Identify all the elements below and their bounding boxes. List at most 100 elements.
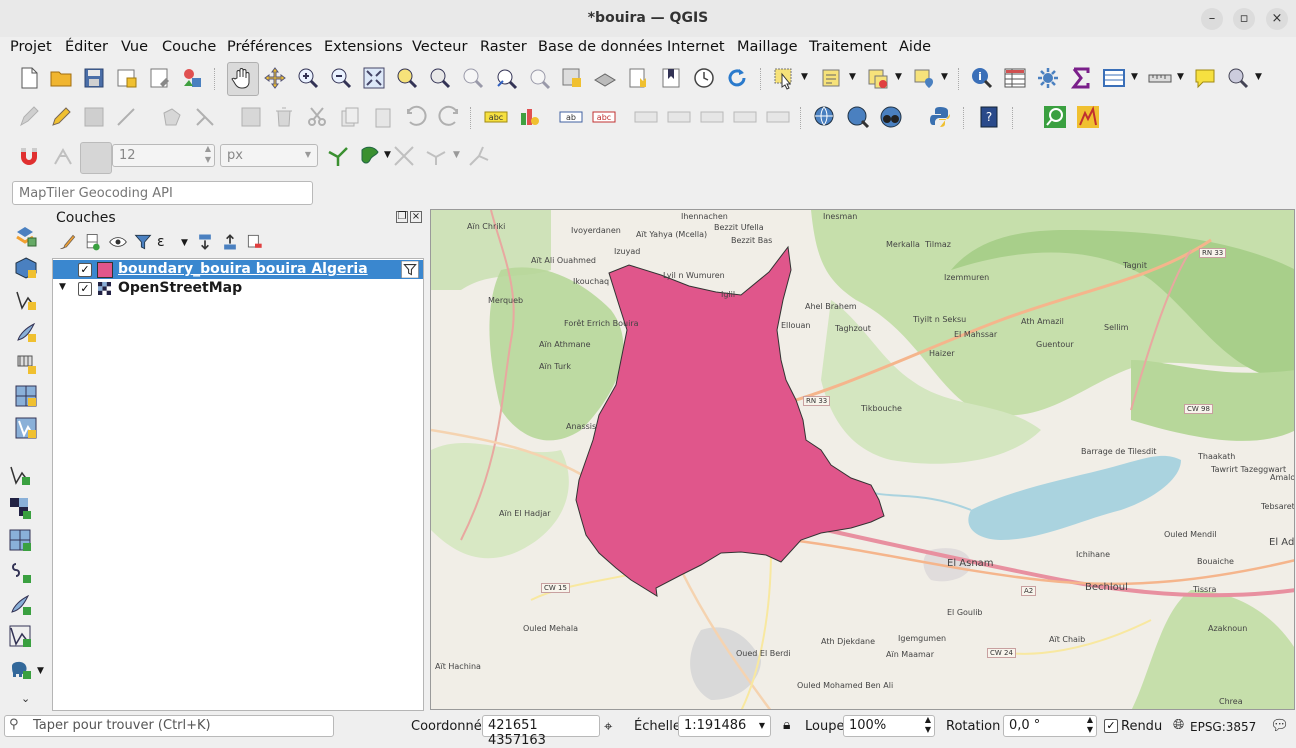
crs-globe-icon[interactable]: 🌐︎: [1173, 717, 1184, 733]
digitize-line-icon[interactable]: [115, 105, 139, 129]
spin-down-icon[interactable]: ▼: [205, 155, 211, 164]
snap-topology-icon[interactable]: [51, 144, 75, 168]
open-table-icon[interactable]: [1102, 66, 1126, 90]
python-console-icon[interactable]: [928, 105, 952, 129]
metasearch-globe-icon[interactable]: [813, 105, 837, 129]
plugin-edit-icon[interactable]: [1076, 105, 1100, 129]
style-manager-icon[interactable]: [181, 66, 205, 90]
change-label-icon[interactable]: [766, 105, 790, 129]
self-snapping-icon[interactable]: [358, 144, 382, 168]
search-globe-icon[interactable]: [846, 105, 870, 129]
close-button[interactable]: ×: [1266, 8, 1288, 30]
filter-dropdown-icon[interactable]: ▼: [181, 238, 188, 248]
add-delimited-text-icon[interactable]: [14, 320, 38, 344]
identify-features-icon[interactable]: i: [970, 66, 994, 90]
zoom-out-icon[interactable]: [329, 66, 353, 90]
layout-manager-icon[interactable]: [148, 66, 172, 90]
add-postgres-elephant-icon[interactable]: [8, 656, 32, 680]
coordinate-field[interactable]: 421651 4357163: [482, 715, 600, 748]
zoom-last-icon[interactable]: [494, 66, 518, 90]
add-virtual-layer-icon[interactable]: [8, 463, 32, 487]
select-by-location-icon[interactable]: [912, 66, 936, 90]
pan-to-selection-icon[interactable]: [263, 66, 287, 90]
menu-projet[interactable]: Projet: [10, 39, 52, 55]
menu-preferences[interactable]: Préférences: [227, 39, 312, 55]
delete-selected-icon[interactable]: [272, 105, 296, 129]
toggle-editing-pencil-icon[interactable]: [49, 105, 73, 129]
layer-labeling-icon[interactable]: abc: [484, 105, 508, 129]
statistics-sigma-icon[interactable]: [1069, 66, 1093, 90]
menu-internet[interactable]: Internet: [667, 39, 725, 55]
spin-up-icon[interactable]: ▲: [1087, 715, 1093, 724]
locator-search-field[interactable]: ⚲ Taper pour trouver (Ctrl+K): [4, 715, 334, 737]
rotate-label-icon[interactable]: [733, 105, 757, 129]
save-project-icon[interactable]: [82, 66, 106, 90]
snap-intersection-icon[interactable]: [392, 144, 416, 168]
expand-all-icon[interactable]: [195, 232, 215, 252]
highlight-pinned-labels-icon[interactable]: ab: [559, 105, 583, 129]
modify-attributes-icon[interactable]: [239, 105, 263, 129]
measure-dropdown-icon[interactable]: ▼: [1177, 72, 1184, 82]
add-polygon-icon[interactable]: [160, 105, 184, 129]
quickmapservices-icon[interactable]: [879, 105, 903, 129]
refresh-icon[interactable]: [725, 66, 749, 90]
magnifier-spinbox[interactable]: 100% ▲ ▼: [843, 715, 935, 737]
select-location-dropdown-icon[interactable]: ▼: [941, 72, 948, 82]
spin-up-icon[interactable]: ▲: [925, 715, 931, 724]
lock-scale-icon[interactable]: 🔒︎: [783, 717, 790, 733]
manage-visibility-eye-icon[interactable]: [108, 232, 128, 252]
snap-unit-select[interactable]: px ▼: [220, 144, 318, 167]
help-book-icon[interactable]: ?: [977, 105, 1001, 129]
left-toolbar-dropdown-icon[interactable]: ▼: [37, 666, 44, 676]
deselect-features-icon[interactable]: [866, 66, 890, 90]
filter-legend-icon[interactable]: [133, 232, 153, 252]
layer-row-osm[interactable]: ▼ ✓ OpenStreetMap: [53, 279, 423, 298]
save-edits-icon[interactable]: [82, 105, 106, 129]
snap-cross-icon[interactable]: [424, 144, 448, 168]
zoom-full-icon[interactable]: [362, 66, 386, 90]
new-project-icon[interactable]: [17, 66, 41, 90]
add-xyz-layer-icon[interactable]: [8, 496, 32, 520]
pin-labels-icon[interactable]: [634, 105, 658, 129]
new-3d-map-view-icon[interactable]: [593, 66, 617, 90]
select-dropdown-icon[interactable]: ▼: [801, 72, 808, 82]
data-source-manager-icon[interactable]: [14, 224, 38, 248]
spin-down-icon[interactable]: ▼: [1087, 725, 1093, 734]
snap-cross-dropdown-icon[interactable]: ▼: [453, 150, 460, 160]
filter-funnel-icon[interactable]: [401, 261, 419, 278]
layer-row-boundary[interactable]: ✓ boundary_bouira bouira Algeria: [53, 260, 423, 279]
layer-visibility-checkbox[interactable]: ✓: [78, 282, 92, 296]
crs-label[interactable]: EPSG:3857: [1190, 720, 1256, 734]
add-raster-layer-icon[interactable]: [14, 384, 38, 408]
attribute-table-icon[interactable]: [1003, 66, 1027, 90]
deselect-dropdown-icon[interactable]: ▼: [895, 72, 902, 82]
redo-icon[interactable]: [437, 105, 461, 129]
snap-tolerance-field[interactable]: 12 ▲ ▼: [112, 144, 215, 167]
panel-float-icon[interactable]: ❐: [396, 211, 408, 223]
render-checkbox[interactable]: ✓: [1104, 719, 1118, 733]
snap-scale-icon[interactable]: [467, 144, 491, 168]
menu-editer[interactable]: Éditer: [65, 39, 108, 55]
show-unplaced-labels-icon[interactable]: abc: [592, 105, 616, 129]
geocoding-search-input[interactable]: [12, 181, 313, 205]
toggle-extents-mouse-icon[interactable]: ⌖: [604, 717, 612, 735]
map-canvas[interactable]: Ihennachen Inesman Aïn Chriki Ivoyerdanen Aï…: [430, 209, 1295, 710]
menu-raster[interactable]: Raster: [480, 39, 527, 55]
new-print-layout-icon[interactable]: [115, 66, 139, 90]
cut-features-icon[interactable]: [305, 105, 329, 129]
spin-down-icon[interactable]: ▼: [925, 725, 931, 734]
add-wcs-layer-icon[interactable]: [8, 528, 32, 552]
toolbox-gear-icon[interactable]: [1036, 66, 1060, 90]
new-spatial-bookmark-icon[interactable]: [626, 66, 650, 90]
select-expr-dropdown-icon[interactable]: ▼: [849, 72, 856, 82]
locate-zoom-icon[interactable]: [1226, 66, 1250, 90]
add-spatialite-layer-icon[interactable]: [8, 624, 32, 648]
add-wms-layer-icon[interactable]: [14, 416, 38, 440]
zoom-in-icon[interactable]: [296, 66, 320, 90]
chevron-down-icon[interactable]: ⌄: [21, 692, 30, 705]
current-edits-icon[interactable]: [17, 105, 41, 129]
new-map-view-icon[interactable]: [560, 66, 584, 90]
panel-close-icon[interactable]: ×: [410, 211, 422, 223]
open-project-icon[interactable]: [49, 66, 73, 90]
measure-line-icon[interactable]: [1148, 66, 1172, 90]
